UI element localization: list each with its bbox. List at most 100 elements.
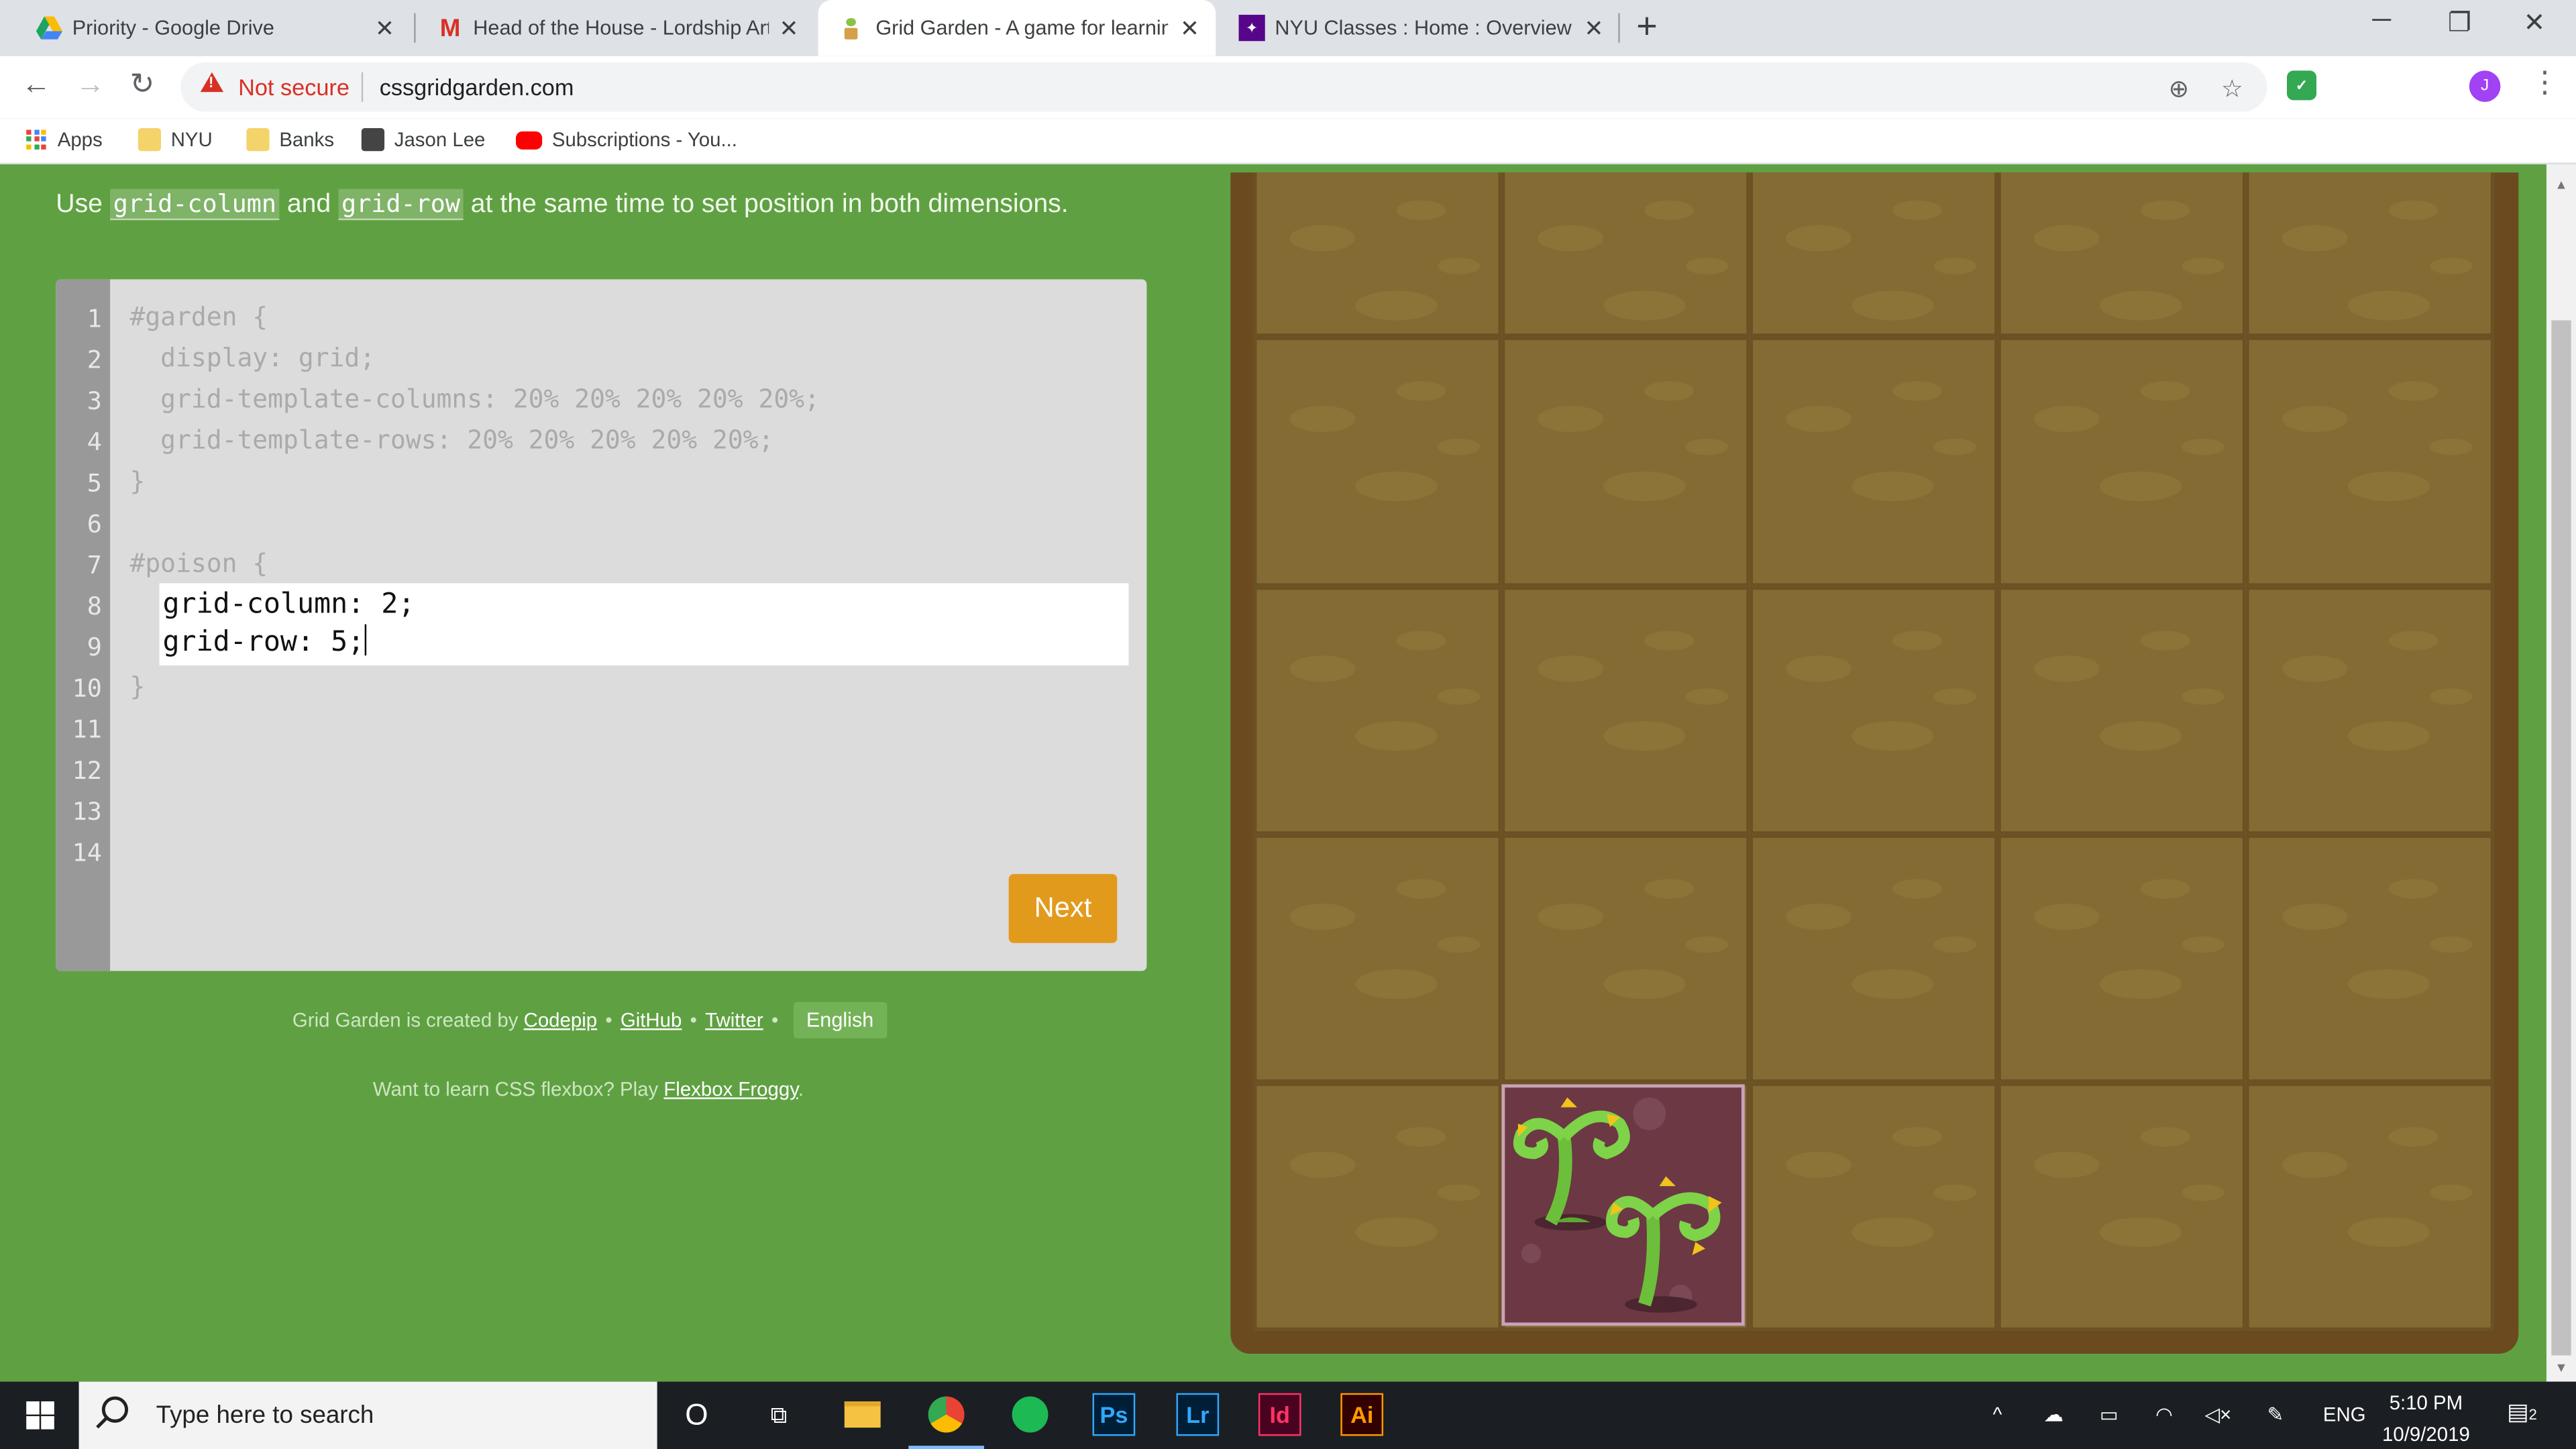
garden-soil-cell bbox=[1501, 172, 1750, 337]
scroll-thumb[interactable] bbox=[2551, 320, 2571, 1356]
bookmark-subscriptions[interactable]: Subscriptions - You... bbox=[515, 128, 737, 151]
active-app-indicator bbox=[908, 1446, 984, 1449]
shield-extension-icon[interactable]: ✓ bbox=[2287, 70, 2317, 101]
url-text[interactable]: cssgridgarden.com bbox=[380, 74, 574, 100]
onedrive-icon[interactable]: ☁ bbox=[2044, 1403, 2063, 1426]
warning-icon bbox=[200, 72, 224, 93]
clock-date: 10/9/2019 bbox=[2382, 1422, 2470, 1446]
search-placeholder: Type here to search bbox=[156, 1401, 374, 1430]
taskbar-search-box[interactable]: Type here to search bbox=[78, 1381, 657, 1449]
tab-nyu-classes[interactable]: ✦ NYU Classes : Home : Overview ✕ bbox=[1238, 0, 1613, 56]
forward-arrow-icon[interactable]: → bbox=[76, 67, 105, 101]
close-tab-icon[interactable]: ✕ bbox=[375, 15, 394, 43]
soil-texture bbox=[1603, 471, 1686, 501]
bookmark-label: Banks bbox=[279, 128, 335, 152]
soil-texture bbox=[1644, 879, 1694, 899]
reload-icon[interactable]: ↻ bbox=[129, 67, 154, 101]
spotify-icon[interactable] bbox=[1009, 1393, 1052, 1436]
soil-texture bbox=[1851, 290, 1934, 321]
input-language[interactable]: ENG bbox=[2323, 1403, 2366, 1426]
bookmark-label: Jason Lee bbox=[394, 128, 486, 152]
indesign-icon[interactable]: Id bbox=[1258, 1393, 1301, 1436]
soil-texture bbox=[1685, 688, 1729, 705]
wifi-icon[interactable]: ◠ bbox=[2155, 1403, 2173, 1426]
bookmarks-bar: Apps NYU Banks Jason Lee Subscriptions -… bbox=[0, 118, 2576, 164]
garden-soil-cell bbox=[1253, 337, 1502, 587]
volume-muted-icon[interactable]: ◁× bbox=[2205, 1403, 2232, 1426]
code-line: #garden { bbox=[129, 302, 268, 332]
pen-icon[interactable]: ✎ bbox=[2267, 1403, 2284, 1426]
soil-texture bbox=[1851, 471, 1934, 501]
page-scrollbar[interactable]: ▲ ▼ bbox=[2546, 164, 2576, 1382]
soil-texture bbox=[1933, 258, 1977, 274]
task-view-icon[interactable]: ⧉ bbox=[757, 1393, 800, 1436]
tab-google-drive[interactable]: Priority - Google Drive ✕ bbox=[36, 0, 405, 56]
bookmark-star-icon[interactable]: ☆ bbox=[2221, 74, 2243, 104]
profile-avatar[interactable]: J bbox=[2469, 70, 2501, 102]
soil-texture bbox=[1786, 655, 1852, 682]
new-tab-button[interactable]: + bbox=[1636, 5, 1657, 48]
soil-texture bbox=[2141, 200, 2190, 221]
css-answer-input[interactable]: grid-column: 2; grid-row: 5; bbox=[159, 583, 1129, 665]
address-bar[interactable]: Not secure cssgridgarden.com ⊕ ☆ bbox=[180, 62, 2267, 112]
back-arrow-icon[interactable]: ← bbox=[21, 67, 51, 101]
windows-start-icon[interactable] bbox=[26, 1401, 54, 1430]
github-link[interactable]: GitHub bbox=[621, 1009, 682, 1032]
soil-texture bbox=[2141, 381, 2190, 401]
bookmark-nyu[interactable]: NYU bbox=[138, 128, 213, 152]
tab-grid-garden[interactable]: Grid Garden - A game for learning ✕ bbox=[818, 0, 1216, 56]
zoom-icon[interactable]: ⊕ bbox=[2169, 74, 2190, 104]
close-tab-icon[interactable]: ✕ bbox=[779, 15, 798, 43]
minimize-icon[interactable]: ─ bbox=[2372, 7, 2391, 36]
close-window-icon[interactable]: ✕ bbox=[2524, 7, 2546, 40]
illustrator-icon[interactable]: Ai bbox=[1340, 1393, 1384, 1436]
next-button[interactable]: Next bbox=[1008, 873, 1118, 943]
tab-title: Grid Garden - A game for learning bbox=[875, 16, 1169, 40]
close-tab-icon[interactable]: ✕ bbox=[1584, 15, 1603, 43]
credits-text: Grid Garden is created by bbox=[292, 1008, 519, 1032]
notifications-icon[interactable]: ▤2 bbox=[2507, 1398, 2537, 1426]
soil-texture bbox=[1933, 1184, 1977, 1201]
cube-icon bbox=[361, 128, 385, 152]
file-explorer-icon[interactable] bbox=[841, 1393, 884, 1436]
soil-texture bbox=[2282, 225, 2348, 252]
soil-texture bbox=[1685, 258, 1729, 274]
line-number: 4 bbox=[87, 427, 102, 457]
scroll-up-icon[interactable]: ▲ bbox=[2555, 177, 2567, 192]
promo-text: Want to learn CSS flexbox? Play bbox=[372, 1077, 659, 1101]
close-tab-icon[interactable]: ✕ bbox=[1180, 15, 1199, 43]
bookmark-banks[interactable]: Banks bbox=[246, 128, 335, 152]
flexbox-froggy-link[interactable]: Flexbox Froggy bbox=[663, 1078, 798, 1101]
tab-gmail[interactable]: M Head of the House - Lordship Art ✕ bbox=[437, 0, 808, 56]
soil-texture bbox=[1396, 381, 1446, 401]
lightroom-icon[interactable]: Lr bbox=[1176, 1393, 1220, 1436]
promo-text: . bbox=[798, 1077, 804, 1101]
chrome-icon[interactable] bbox=[925, 1393, 968, 1436]
battery-icon[interactable]: ▭ bbox=[2100, 1403, 2118, 1426]
twitter-link[interactable]: Twitter bbox=[705, 1009, 763, 1032]
garden-soil-cell bbox=[2245, 835, 2494, 1083]
chrome-menu-icon[interactable]: ⋮ bbox=[2530, 66, 2559, 100]
extension-m-icon[interactable]: M bbox=[2341, 70, 2371, 100]
scroll-down-icon[interactable]: ▼ bbox=[2555, 1360, 2567, 1375]
restore-icon[interactable]: ❐ bbox=[2448, 7, 2471, 40]
bookmark-jason-lee[interactable]: Jason Lee bbox=[361, 128, 486, 152]
security-status[interactable]: Not secure bbox=[238, 74, 350, 100]
garden-soil-cell bbox=[1750, 337, 1998, 587]
system-clock[interactable]: 5:10 PM 10/9/2019 bbox=[2382, 1388, 2470, 1449]
soil-texture bbox=[2282, 1151, 2348, 1178]
bookmark-apps[interactable]: Apps bbox=[26, 128, 103, 151]
photoshop-icon[interactable]: Ps bbox=[1092, 1393, 1136, 1436]
soil-texture bbox=[1538, 225, 1604, 252]
codepip-link[interactable]: Codepip bbox=[524, 1009, 597, 1032]
language-selector[interactable]: English bbox=[793, 1002, 887, 1038]
soil-texture bbox=[2430, 936, 2473, 953]
tray-expand-icon[interactable]: ^ bbox=[1993, 1403, 2002, 1426]
tab-title: NYU Classes : Home : Overview bbox=[1275, 16, 1572, 40]
acrobat-extension-icon[interactable]: A bbox=[2396, 70, 2425, 100]
poison-weed-cell bbox=[1501, 1084, 1745, 1326]
cortana-icon[interactable]: O bbox=[676, 1393, 718, 1436]
line-number: 11 bbox=[72, 714, 102, 745]
line-number: 5 bbox=[87, 468, 102, 498]
line-number: 13 bbox=[72, 796, 102, 826]
